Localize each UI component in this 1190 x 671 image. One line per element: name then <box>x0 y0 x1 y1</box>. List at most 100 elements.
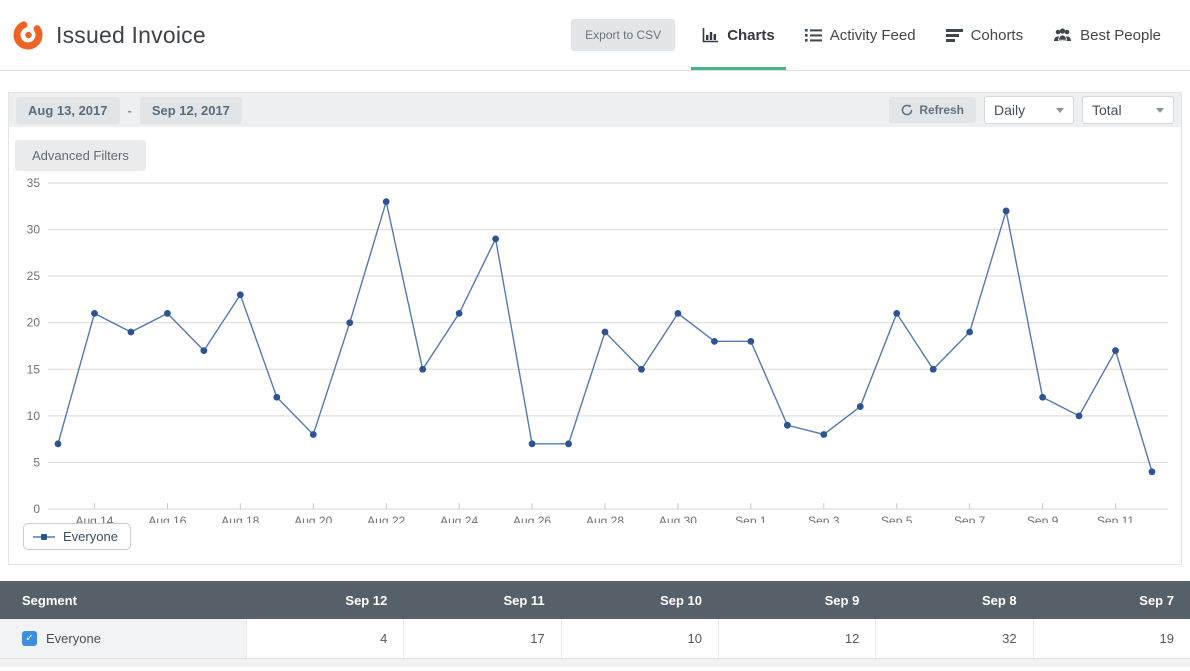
svg-text:Aug 30: Aug 30 <box>659 514 697 523</box>
rows-icon <box>946 28 963 43</box>
svg-text:Aug 28: Aug 28 <box>586 514 624 523</box>
data-point <box>91 310 98 317</box>
tab-label: Charts <box>727 27 775 44</box>
column-header: Sep 8 <box>875 593 1032 608</box>
data-point <box>784 422 791 429</box>
main-tabs: Charts Activity Feed <box>687 0 1176 70</box>
data-point <box>164 310 171 317</box>
value-cell: 12 <box>718 619 875 658</box>
value-cell: 17 <box>403 619 560 658</box>
date-range-controls: Aug 13, 2017 - Sep 12, 2017 <box>16 97 242 124</box>
tab-label: Cohorts <box>971 27 1024 44</box>
legend-marker-icon <box>33 533 55 541</box>
chart-card: Aug 13, 2017 - Sep 12, 2017 Refresh Dail… <box>8 92 1182 565</box>
column-header: Sep 12 <box>246 593 403 608</box>
list-icon <box>805 28 822 43</box>
data-point <box>1003 208 1010 215</box>
export-csv-button[interactable]: Export to CSV <box>571 19 675 51</box>
column-header: Segment <box>0 593 246 608</box>
segment-cell: ✓ Everyone <box>0 619 246 658</box>
tab-cohorts[interactable]: Cohorts <box>931 0 1039 70</box>
svg-text:Sep 1: Sep 1 <box>735 514 767 523</box>
data-point <box>711 338 718 345</box>
filters-row: Advanced Filters <box>9 127 1181 171</box>
date-range-separator: - <box>128 103 132 118</box>
svg-text:35: 35 <box>27 176 41 190</box>
svg-text:Sep 3: Sep 3 <box>808 514 840 523</box>
svg-text:Sep 11: Sep 11 <box>1097 514 1134 523</box>
data-point <box>602 329 609 336</box>
table-body: ✓Everyone41710123219 <box>0 619 1190 659</box>
svg-text:Sep 9: Sep 9 <box>1027 514 1059 523</box>
segments-table: SegmentSep 12Sep 11Sep 10Sep 9Sep 8Sep 7… <box>0 581 1190 667</box>
data-point <box>200 347 207 354</box>
advanced-filters-button[interactable]: Advanced Filters <box>15 140 146 171</box>
refresh-icon <box>901 104 913 116</box>
svg-text:Aug 24: Aug 24 <box>440 514 478 523</box>
column-header: Sep 10 <box>561 593 718 608</box>
interval-selected-value: Daily <box>994 102 1025 118</box>
value-cell: 32 <box>875 619 1032 658</box>
start-date-button[interactable]: Aug 13, 2017 <box>16 97 120 124</box>
data-point <box>675 310 682 317</box>
data-point <box>966 329 973 336</box>
legend-label: Everyone <box>63 529 118 544</box>
app-header: Issued Invoice Export to CSV Charts <box>0 0 1190 71</box>
column-header: Sep 11 <box>403 593 560 608</box>
tab-charts[interactable]: Charts <box>687 0 790 70</box>
svg-text:Aug 18: Aug 18 <box>221 514 259 523</box>
line-chart: 05101520253035Aug 14Aug 16Aug 18Aug 20Au… <box>9 171 1181 523</box>
svg-text:Aug 16: Aug 16 <box>148 514 186 523</box>
segment-checkbox[interactable]: ✓ <box>22 631 37 646</box>
metric-select[interactable]: Total <box>1082 96 1174 124</box>
data-point <box>310 431 317 438</box>
chart-options-controls: Refresh Daily Total <box>889 96 1174 124</box>
chart-toolbar: Aug 13, 2017 - Sep 12, 2017 Refresh Dail… <box>9 93 1181 127</box>
metric-selected-value: Total <box>1092 102 1122 118</box>
svg-text:0: 0 <box>33 502 40 516</box>
data-point <box>346 319 353 326</box>
svg-text:Aug 22: Aug 22 <box>367 514 405 523</box>
svg-text:Aug 20: Aug 20 <box>294 514 332 523</box>
refresh-label: Refresh <box>919 103 964 117</box>
tab-label: Best People <box>1080 27 1161 44</box>
legend-everyone[interactable]: Everyone <box>23 523 131 550</box>
svg-text:30: 30 <box>27 223 41 237</box>
data-point <box>565 440 572 447</box>
data-point <box>456 310 463 317</box>
tab-activity-feed[interactable]: Activity Feed <box>790 0 931 70</box>
svg-text:15: 15 <box>27 362 41 376</box>
data-point <box>747 338 754 345</box>
data-point <box>1039 394 1046 401</box>
data-point <box>820 431 827 438</box>
data-point <box>893 310 900 317</box>
data-point <box>237 291 244 298</box>
table-header-row: SegmentSep 12Sep 11Sep 10Sep 9Sep 8Sep 7 <box>0 581 1190 619</box>
column-header: Sep 7 <box>1033 593 1190 608</box>
data-point <box>492 235 499 242</box>
data-point <box>1149 468 1156 475</box>
interval-select[interactable]: Daily <box>984 96 1074 124</box>
table-footer-strip <box>0 659 1190 667</box>
svg-text:20: 20 <box>27 316 41 330</box>
app-logo-icon[interactable] <box>10 17 46 53</box>
data-point <box>55 440 62 447</box>
segment-label: Everyone <box>46 631 101 646</box>
tab-best-people[interactable]: Best People <box>1038 0 1176 70</box>
data-point <box>1112 347 1119 354</box>
value-cell: 4 <box>246 619 403 658</box>
bar-chart-icon <box>702 27 719 43</box>
header-nav: Export to CSV Charts <box>571 0 1176 70</box>
svg-text:Aug 14: Aug 14 <box>75 514 113 523</box>
data-point <box>273 394 280 401</box>
data-point <box>383 198 390 205</box>
end-date-button[interactable]: Sep 12, 2017 <box>140 97 242 124</box>
people-icon <box>1053 28 1072 43</box>
line-chart-svg: 05101520253035Aug 14Aug 16Aug 18Aug 20Au… <box>9 171 1181 523</box>
svg-text:Sep 7: Sep 7 <box>954 514 986 523</box>
data-point <box>419 366 426 373</box>
data-point <box>857 403 864 410</box>
data-point <box>638 366 645 373</box>
refresh-button[interactable]: Refresh <box>889 97 976 123</box>
value-cell: 10 <box>561 619 718 658</box>
